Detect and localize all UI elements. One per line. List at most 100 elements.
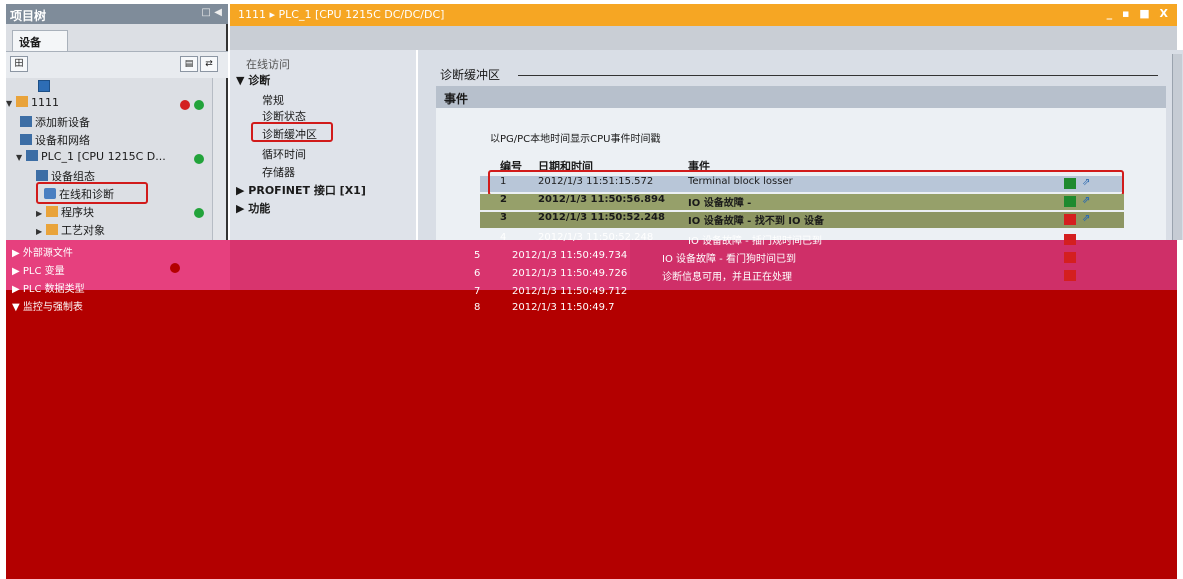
plc-icon [26, 150, 38, 161]
folder-icon [46, 206, 58, 217]
tree-item-label: PLC_1 [CPU 1215C D... [41, 150, 166, 163]
error-status-icon [1064, 214, 1076, 225]
lower-red-region-left [6, 316, 630, 579]
tree-item-label: 添加新设备 [35, 116, 90, 129]
expand-icon[interactable]: ▶ [36, 209, 46, 218]
row-datetime: 2012/1/3 11:50:49.734 [512, 250, 628, 261]
grid-view-icon[interactable]: 田 [10, 56, 28, 72]
tree-item-label: 程序块 [61, 206, 94, 219]
panel-scrollbar[interactable] [1172, 54, 1182, 240]
program-blocks-status-icon [194, 208, 204, 218]
plc-online-status-icon [194, 154, 204, 164]
project-tree-panel: 项目树 □ ◀ 设备 田 ▤ ⇄ ▼ 1111 添加新设备 设备和网络 ▼ PLC_… [6, 4, 228, 240]
editor-title-bar: 1111 ▸ PLC_1 [CPU 1215C DC/DC/DC] _ ▪ ■ … [230, 4, 1177, 26]
nav-diagnostics[interactable]: ▼ 诊断 [236, 72, 270, 88]
expand-icon[interactable]: ▶ [36, 227, 46, 236]
nav-functions[interactable]: ▶ 功能 [236, 200, 270, 216]
network-icon [20, 134, 32, 145]
highlight-online-diagnostics [36, 182, 148, 204]
row-event: IO 设备故障 - 插门规时间已到 [688, 236, 822, 247]
tree-item-label: PLC 变量 [22, 266, 65, 277]
tree-item-add-device[interactable]: 添加新设备 [20, 114, 226, 132]
row-datetime: 2012/1/3 11:50:49.7 [512, 302, 615, 313]
highlight-diagnostic-buffer [251, 122, 333, 142]
row-number: 5 [474, 250, 481, 261]
overview-icon[interactable]: ▤ [180, 56, 198, 72]
project-tree-title-bar: 项目树 □ ◀ [6, 4, 228, 24]
nav-memory[interactable]: 存储器 [262, 164, 295, 180]
highlight-row-1 [488, 170, 1124, 196]
nav-diagnostics-label: 诊断 [248, 74, 271, 87]
tree-item-label: 设备和网络 [35, 134, 90, 147]
panel-controls[interactable]: □ ◀ [201, 7, 222, 18]
acknowledge-icon[interactable]: ⇗ [1082, 213, 1098, 225]
tree-item-plc-data-types[interactable]: ▶ PLC 数据类型 [12, 280, 85, 295]
row-datetime: 2012/1/3 11:50:49.712 [512, 286, 628, 297]
nav-profinet-interface[interactable]: ▶ PROFINET 接口 [X1] [236, 182, 366, 198]
row-event: 诊断信息可用，并且正在处理 [662, 272, 792, 283]
row-event: IO 设备故障 - 看门狗时间已到 [662, 254, 796, 265]
table-row[interactable]: 5 2012/1/3 11:50:49.734 IO 设备故障 - 看门狗时间已… [474, 250, 1124, 266]
row-number: 6 [474, 268, 481, 279]
tree-item-devices-networks[interactable]: 设备和网络 [20, 132, 226, 150]
tree-toolbar: 田 ▤ ⇄ [6, 52, 228, 78]
diagnostics-nav: 在线访问 ▼ 诊断 常规 诊断状态 诊断缓冲区 循环时间 存储器 ▶ PROFI… [230, 50, 416, 240]
row-number: 8 [474, 302, 481, 313]
breadcrumb: 1111 ▸ PLC_1 [CPU 1215C DC/DC/DC] [238, 8, 445, 21]
row-number: 3 [500, 212, 507, 223]
table-row[interactable]: 6 2012/1/3 11:50:49.726 诊断信息可用，并且正在处理 [474, 268, 1124, 284]
error-status-icon [1064, 270, 1076, 281]
table-row[interactable]: 7 2012/1/3 11:50:49.712 [474, 286, 630, 302]
local-time-checkbox[interactable] [38, 80, 50, 92]
row-datetime: 2012/1/3 11:50:49.726 [512, 268, 628, 279]
row-number: 4 [500, 232, 507, 243]
table-row[interactable]: 4 2012/1/3 11:50:52.248 IO 设备故障 - 插门规时间已… [480, 232, 1124, 248]
tree-item-external-sources[interactable]: ▶ 外部源文件 [12, 244, 73, 259]
tree-item-plc-tags[interactable]: ▶ PLC 变量 [12, 262, 65, 277]
folder-icon [46, 224, 58, 235]
nav-functions-label: 功能 [248, 202, 271, 215]
tree-item-watch-tables[interactable]: ▼ 监控与强制表 [12, 298, 83, 313]
table-row[interactable]: 8 2012/1/3 11:50:49.7 [474, 302, 630, 318]
row-datetime: 2012/1/3 11:50:52.248 [538, 232, 654, 243]
tree-item-plc[interactable]: ▼ PLC_1 [CPU 1215C D... [16, 150, 222, 168]
device-config-icon [36, 170, 48, 181]
title-divider [518, 75, 1158, 76]
project-icon [16, 96, 28, 107]
nav-profinet-label: PROFINET 接口 [X1] [248, 184, 366, 197]
row-datetime: 2012/1/3 11:50:52.248 [538, 212, 665, 223]
tab-devices[interactable]: 设备 [12, 30, 68, 52]
row-number: 2 [500, 194, 507, 205]
collapse-icon[interactable]: ▼ [16, 153, 26, 162]
acknowledge-icon[interactable]: ⇗ [1082, 195, 1098, 207]
nav-cycle-time[interactable]: 循环时间 [262, 146, 306, 162]
add-device-icon [20, 116, 32, 127]
refresh-icon[interactable]: ⇄ [200, 56, 218, 72]
tree-item-label: 外部源文件 [22, 248, 73, 259]
collapse-icon[interactable]: ▼ [6, 99, 16, 108]
tree-item-label: 工艺对象 [61, 224, 105, 237]
project-tree-title: 项目树 [10, 9, 47, 23]
tree-item-label: 1111 [31, 96, 59, 109]
editor-toolbar [230, 26, 1177, 50]
row-event: IO 设备故障 - 找不到 IO 设备 [688, 216, 825, 227]
tree-item-label: PLC 数据类型 [22, 284, 85, 295]
row-event: IO 设备故障 - [688, 198, 752, 209]
table-row[interactable]: 3 2012/1/3 11:50:52.248 IO 设备故障 - 找不到 IO… [480, 212, 1124, 228]
nav-online-access[interactable]: 在线访问 [246, 56, 290, 72]
local-time-checkbox-label: 以PG/PC本地时间显示CPU事件时间戳 [490, 134, 661, 145]
tree-scrollbar[interactable] [212, 78, 226, 240]
error-status-icon [180, 100, 190, 110]
window-controls[interactable]: _ ▪ ■ X [1107, 7, 1171, 20]
error-status-icon [1064, 234, 1076, 245]
ok-status-icon [1064, 196, 1076, 207]
table-row[interactable]: 2 2012/1/3 11:50:56.894 IO 设备故障 - ⇗ [480, 194, 1124, 210]
online-status-icon [194, 100, 204, 110]
nav-general[interactable]: 常规 [262, 92, 284, 108]
tree-item-label: 监控与强制表 [22, 302, 83, 313]
error-status-icon [1064, 252, 1076, 263]
row-datetime: 2012/1/3 11:50:56.894 [538, 194, 665, 205]
row-number: 7 [474, 286, 481, 297]
events-section-header[interactable]: 事件 [436, 86, 1166, 108]
diagnostic-buffer-title: 诊断缓冲区 [440, 68, 501, 82]
